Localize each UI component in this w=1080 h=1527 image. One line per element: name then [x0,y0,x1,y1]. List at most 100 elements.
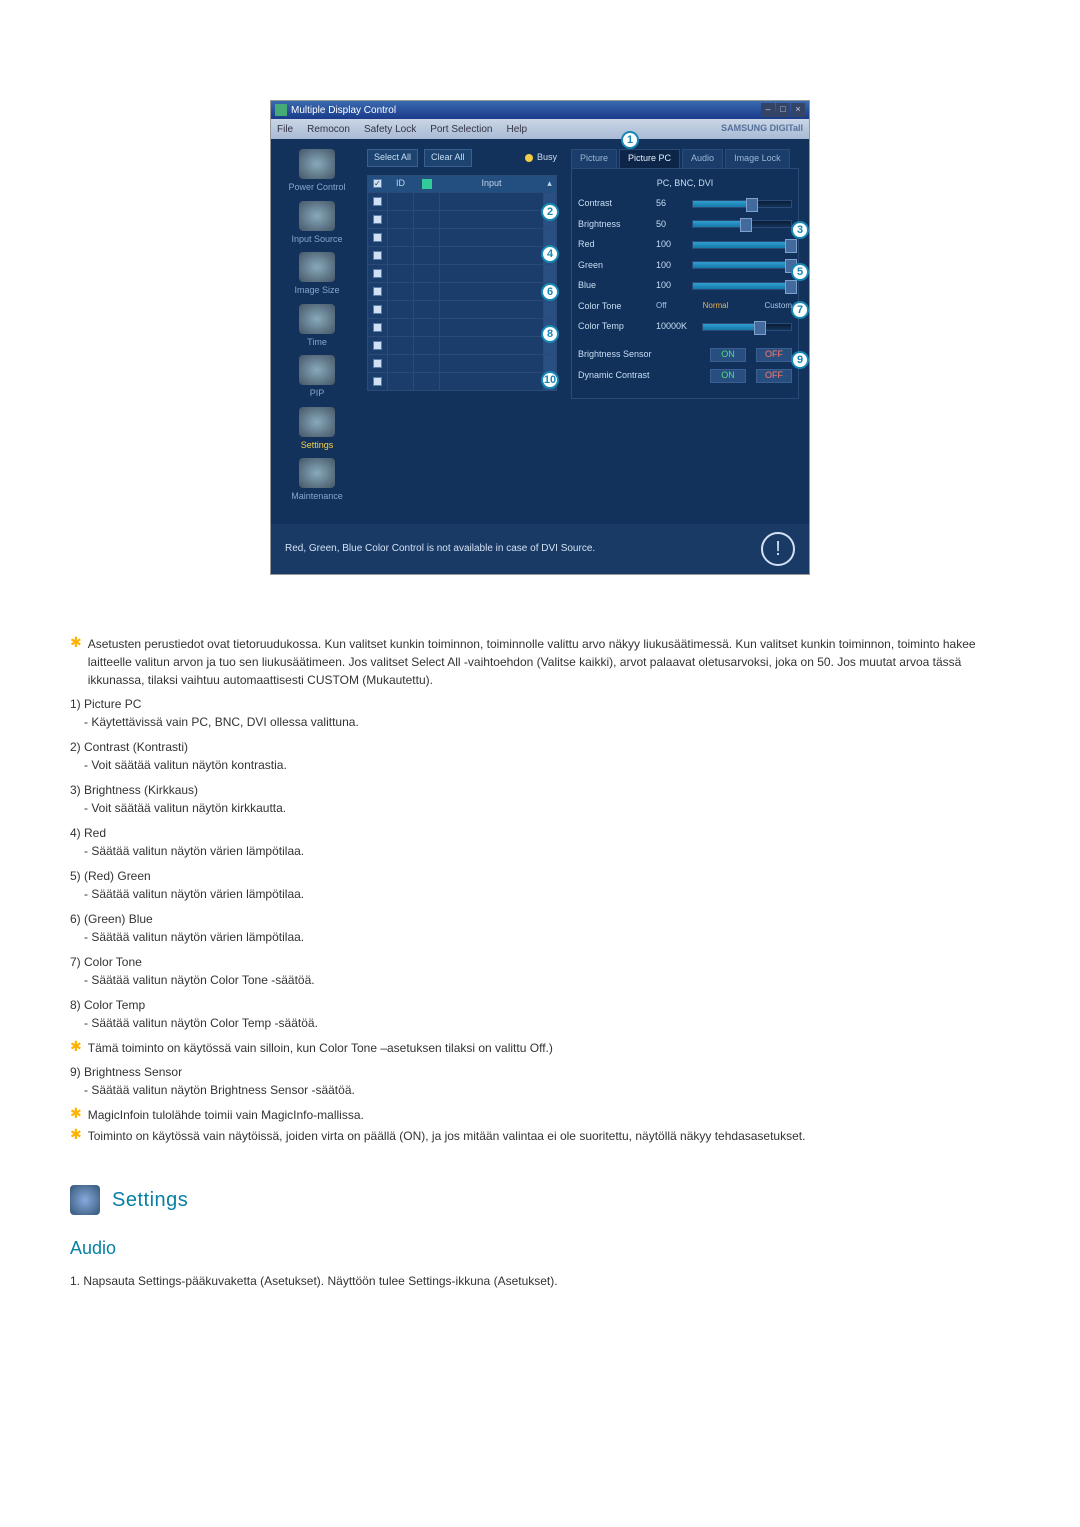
red-slider[interactable] [692,241,792,249]
param-blue: Blue 100 [578,279,792,293]
brightness-sensor-on-button[interactable]: ON [710,348,746,362]
note-magicinfo: MagicInfoin tulolähde toimii vain MagicI… [88,1106,364,1124]
sidebar-item-pip[interactable]: PIP [299,355,335,401]
list-item: 8) Color Temp- Säätää valitun näytön Col… [70,996,1020,1032]
dynamic-contrast-off-button[interactable]: OFF [756,369,792,383]
tab-audio[interactable]: Audio [682,149,723,168]
scrollbar-up[interactable]: ▴ [544,176,556,192]
busy-label: Busy [537,151,557,165]
table-row[interactable] [368,246,556,264]
settings-panel: Picture Picture PC Audio Image Lock PC, … [565,149,799,510]
list-item: 2) Contrast (Kontrasti)- Voit säätää val… [70,738,1020,774]
busy-icon [525,154,533,162]
color-tone-selector[interactable]: Off Normal Custom [656,300,792,312]
audio-step-1: 1. Napsauta Settings-pääkuvaketta (Asetu… [70,1272,1020,1290]
list-item: 3) Brightness (Kirkkaus)- Voit säätää va… [70,781,1020,817]
minimize-button[interactable]: – [761,103,775,117]
maintenance-icon [299,458,335,488]
callout-3: 3 [791,221,809,239]
footer-note: Red, Green, Blue Color Control is not av… [271,524,809,574]
table-row[interactable] [368,318,556,336]
list-item: 6) (Green) Blue- Säätää valitun näytön v… [70,910,1020,946]
menu-file[interactable]: File [277,122,293,137]
tab-picture-pc[interactable]: Picture PC [619,149,680,168]
window-title: Multiple Display Control [291,103,396,118]
star-icon: ✱ [70,635,82,689]
sidebar-item-maintenance[interactable]: Maintenance [291,458,343,504]
menu-help[interactable]: Help [506,122,527,137]
param-color-temp: Color Temp 10000K [578,320,792,334]
brightness-slider[interactable] [692,220,792,228]
warning-icon: ! [761,532,795,566]
menu-safety-lock[interactable]: Safety Lock [364,122,416,137]
settings-icon [299,407,335,437]
menu-remocon[interactable]: Remocon [307,122,350,137]
app-window: Multiple Display Control – □ × File Remo… [270,100,810,575]
settings-cube-icon [70,1185,100,1215]
col-id[interactable]: ID [388,176,414,192]
power-icon [299,149,335,179]
window-controls: – □ × [761,103,805,117]
callout-1: 1 [621,131,639,149]
param-color-tone: Color Tone Off Normal Custom [578,300,792,314]
table-row[interactable] [368,282,556,300]
callout-4: 4 [541,245,559,263]
table-row[interactable] [368,336,556,354]
maximize-button[interactable]: □ [776,103,790,117]
col-input[interactable]: Input [440,176,544,192]
blue-slider[interactable] [692,282,792,290]
list-item: 1) Picture PC- Käytettävissä vain PC, BN… [70,695,1020,731]
close-button[interactable]: × [791,103,805,117]
sidebar-item-input-source[interactable]: Input Source [291,201,342,247]
callout-10: 10 [541,371,559,389]
callout-7: 7 [791,301,809,319]
clear-all-button[interactable]: Clear All [424,149,472,167]
list-item: 7) Color Tone- Säätää valitun näytön Col… [70,953,1020,989]
device-grid-body: ▾ [368,192,556,390]
select-all-button[interactable]: Select All [367,149,418,167]
pip-icon [299,355,335,385]
sidebar-item-time[interactable]: Time [299,304,335,350]
titlebar: Multiple Display Control – □ × [271,101,809,119]
sidebar: Power Control Input Source Image Size Ti… [275,149,359,510]
table-row[interactable] [368,228,556,246]
section-title: Settings [112,1185,188,1215]
param-brightness: Brightness 50 [578,218,792,232]
brightness-sensor-off-button[interactable]: OFF [756,348,792,362]
time-icon [299,304,335,334]
subsection-audio: Audio [70,1235,1020,1262]
document-body: ✱Asetusten perustiedot ovat tietoruuduko… [70,635,1020,1290]
menu-port-selection[interactable]: Port Selection [430,122,492,137]
param-dynamic-contrast: Dynamic Contrast ON OFF [578,369,792,383]
sidebar-item-power-control[interactable]: Power Control [288,149,345,195]
input-source-icon [299,201,335,231]
param-brightness-sensor: Brightness Sensor ON OFF [578,348,792,362]
col-checkbox[interactable] [368,176,388,192]
table-row[interactable] [368,210,556,228]
sidebar-item-settings[interactable]: Settings [299,407,335,453]
tab-picture[interactable]: Picture [571,149,617,168]
table-row[interactable]: ▾ [368,372,556,390]
green-slider[interactable] [692,261,792,269]
intro-paragraph: Asetusten perustiedot ovat tietoruudukos… [88,635,1020,689]
table-row[interactable] [368,264,556,282]
image-size-icon [299,252,335,282]
table-row[interactable] [368,300,556,318]
table-row[interactable] [368,354,556,372]
star-icon: ✱ [70,1039,82,1057]
callout-6: 6 [541,283,559,301]
tab-image-lock[interactable]: Image Lock [725,149,790,168]
list-item: 9) Brightness Sensor- Säätää valitun näy… [70,1063,1020,1099]
sidebar-item-image-size[interactable]: Image Size [294,252,339,298]
section-heading-settings: Settings [70,1185,1020,1215]
app-icon [275,104,287,116]
dynamic-contrast-on-button[interactable]: ON [710,369,746,383]
color-temp-slider[interactable] [702,323,792,331]
contrast-slider[interactable] [692,200,792,208]
mode-label: PC, BNC, DVI [578,177,792,191]
menubar: File Remocon Safety Lock Port Selection … [271,119,809,139]
table-row[interactable] [368,192,556,210]
col-status-icon[interactable] [414,176,440,192]
device-list-pane: Select All Clear All Busy ID Input ▴ [367,149,557,510]
param-green: Green 100 [578,259,792,273]
